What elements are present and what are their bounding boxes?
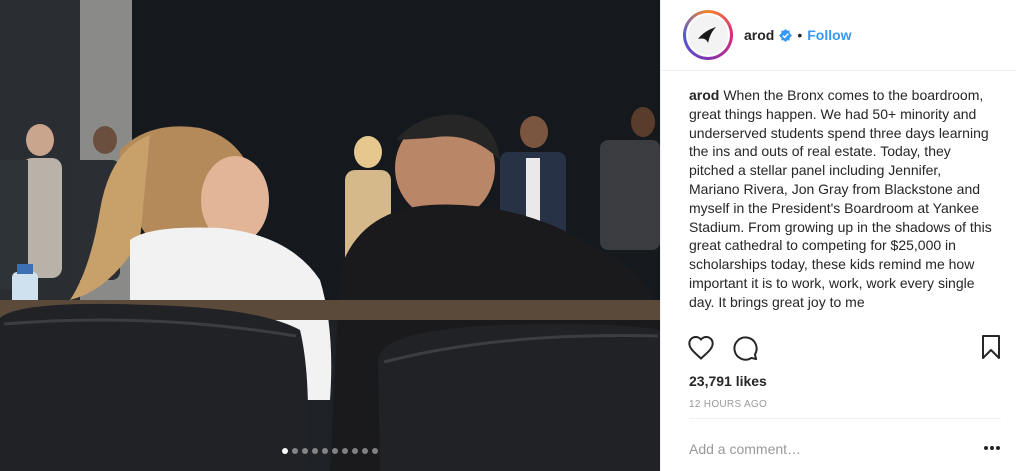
post-side-panel: arod • Follow arod When the Bronx comes t… xyxy=(660,0,1016,471)
heart-icon[interactable] xyxy=(687,334,715,367)
header-separator: • xyxy=(797,27,803,43)
like-count[interactable]: 23,791 likes xyxy=(689,373,767,389)
more-options-icon[interactable] xyxy=(983,438,1001,456)
avatar-frame xyxy=(686,13,730,57)
carousel-dot xyxy=(312,448,318,454)
verified-badge-icon xyxy=(779,28,793,42)
post-header: arod • Follow xyxy=(661,0,1016,71)
username-link[interactable]: arod xyxy=(744,27,774,43)
carousel-dot xyxy=(352,448,358,454)
bookmark-icon[interactable] xyxy=(979,334,1003,365)
post-timestamp[interactable]: 12 HOURS AGO xyxy=(689,399,767,410)
carousel-dot xyxy=(342,448,348,454)
carousel-dot xyxy=(302,448,308,454)
comment-input[interactable] xyxy=(687,437,961,461)
comment-divider xyxy=(689,418,1001,419)
carousel-dot xyxy=(282,448,288,454)
caption-text: When the Bronx comes to the boardroom, g… xyxy=(689,87,992,310)
photo-scene xyxy=(0,0,660,471)
carousel-indicator xyxy=(0,448,660,454)
action-bar xyxy=(661,332,1016,366)
carousel-dot xyxy=(332,448,338,454)
carousel-dot xyxy=(372,448,378,454)
carousel-dot xyxy=(322,448,328,454)
avatar-logo-icon xyxy=(688,15,728,55)
avatar[interactable] xyxy=(683,10,733,60)
follow-button[interactable]: Follow xyxy=(807,27,851,43)
carousel-dot xyxy=(292,448,298,454)
post-caption: arod When the Bronx comes to the boardroo… xyxy=(689,86,993,323)
caption-username-link[interactable]: arod xyxy=(689,87,719,103)
instagram-post: arod • Follow arod When the Bronx comes t… xyxy=(0,0,1016,471)
carousel-dot xyxy=(362,448,368,454)
comment-bubble-icon[interactable] xyxy=(731,334,759,367)
post-photo[interactable] xyxy=(0,0,660,471)
